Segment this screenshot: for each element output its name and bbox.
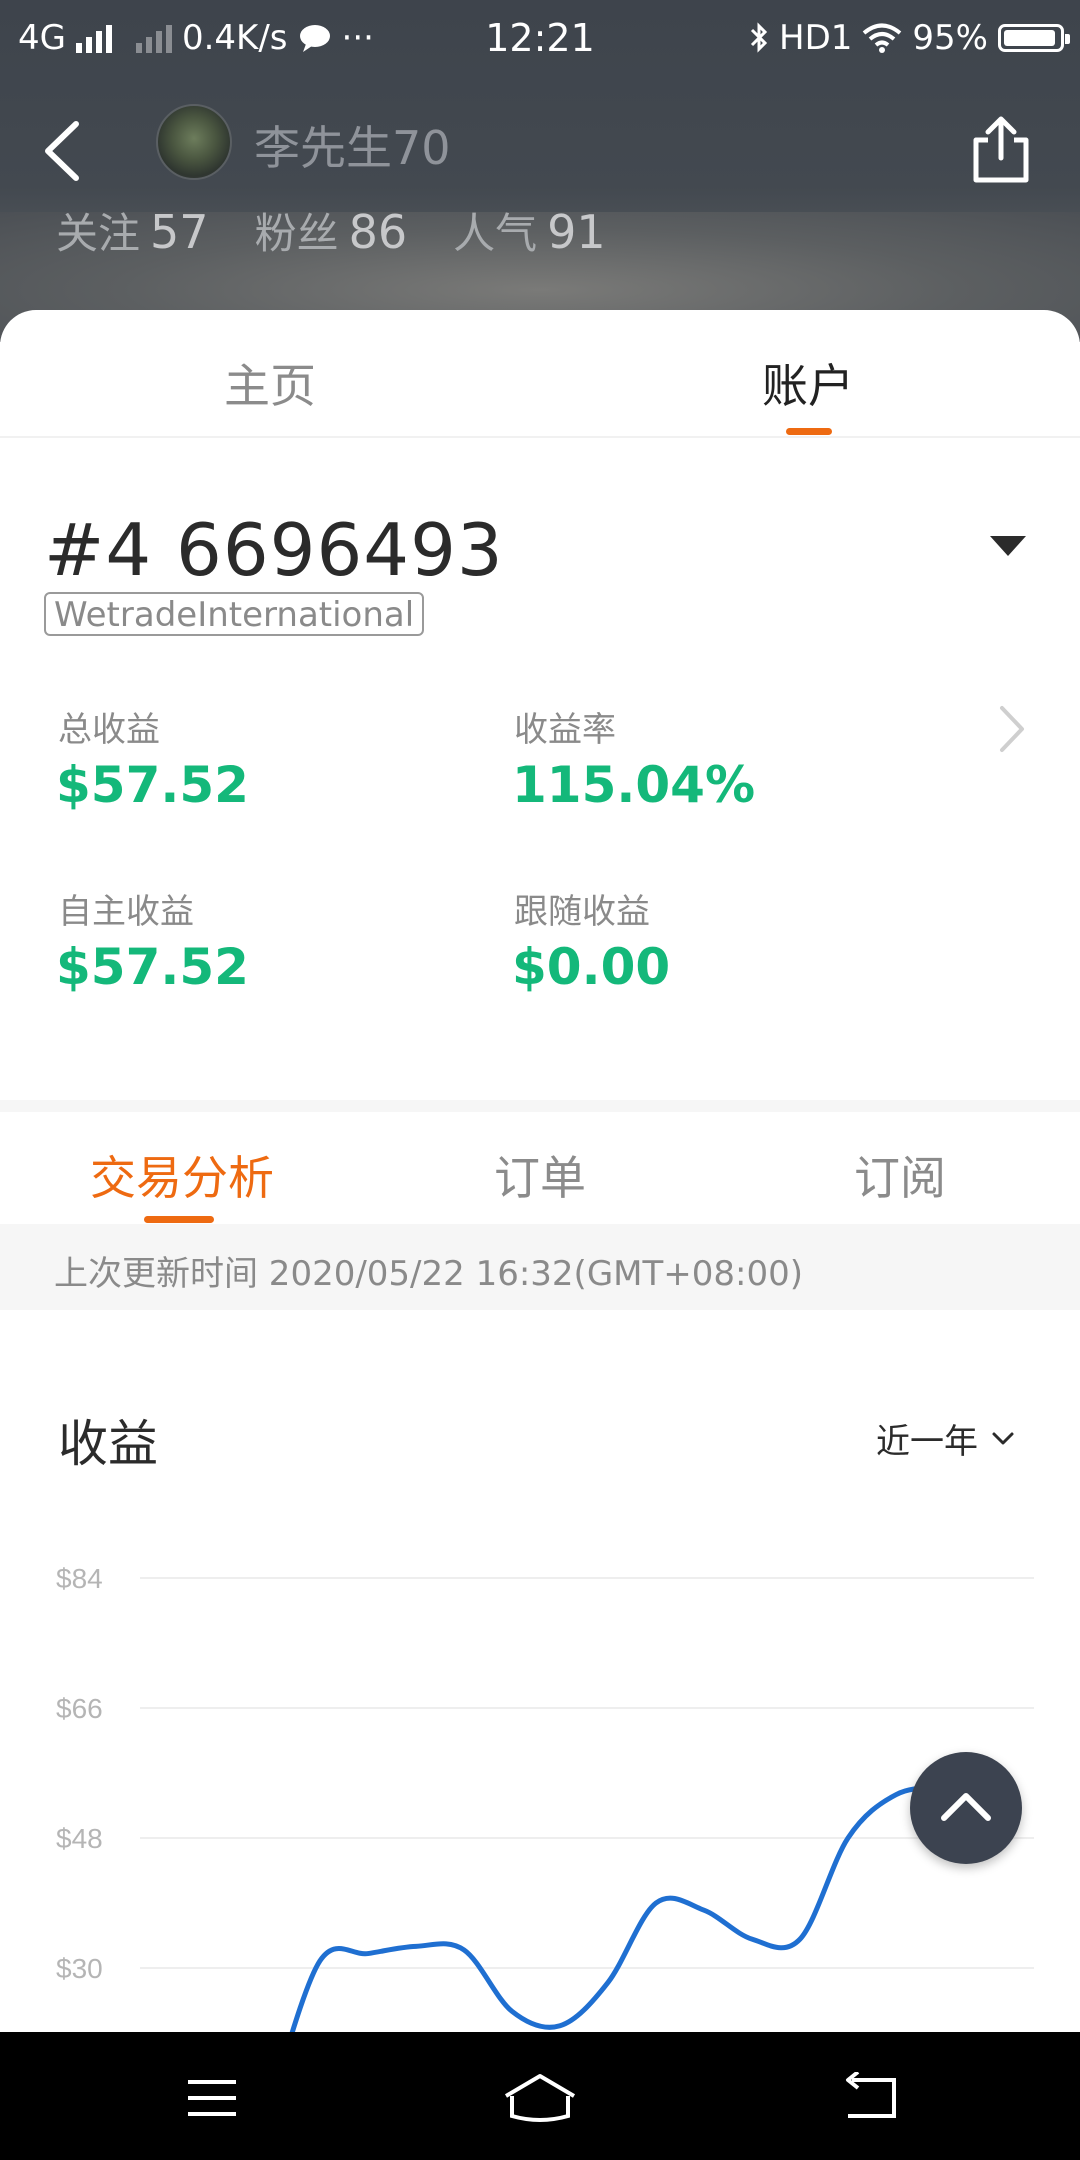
stat-followers[interactable]: 粉丝 86 [255, 200, 408, 261]
tab-orders[interactable]: 订单 [494, 1142, 586, 1208]
divider [0, 436, 1080, 438]
total-profit-value: $57.52 [56, 756, 249, 814]
home-icon[interactable] [502, 2072, 578, 2124]
follow-profit-label: 跟随收益 [514, 892, 650, 932]
menu-icon[interactable] [182, 2072, 242, 2124]
last-updated: 上次更新时间 2020/05/22 16:32(GMT+08:00) [54, 1254, 804, 1294]
tab-trade-analysis[interactable]: 交易分析 [90, 1142, 274, 1208]
follow-profit-value: $0.00 [512, 938, 671, 996]
chart-y-tick-label: $48 [56, 1823, 103, 1854]
stat-popularity: 人气 91 [453, 205, 606, 259]
tab-home[interactable]: 主页 [224, 350, 316, 416]
tab-account-indicator [786, 428, 832, 435]
profit-section-title: 收益 [58, 1415, 158, 1473]
system-navigation-bar [0, 2032, 1080, 2160]
account-number: #4 6696493 [44, 508, 504, 592]
chart-y-tick-label: $84 [56, 1563, 103, 1594]
bluetooth-icon [750, 22, 768, 53]
profile-stats: 关注 57 粉丝 86 人气 91 [56, 200, 606, 261]
top-tabs: 主页 账户 [0, 310, 1080, 440]
return-icon[interactable] [840, 2072, 900, 2124]
return-rate-value: 115.04% [512, 756, 756, 814]
caret-down-icon[interactable] [990, 536, 1026, 556]
username: 李先生70 [254, 121, 451, 175]
range-selector-label: 近一年 [876, 1422, 978, 1462]
status-bar: 4G 0.4K/s ··· 12:21 HD1 95% [0, 0, 1080, 76]
tab-subscriptions[interactable]: 订阅 [854, 1142, 946, 1208]
battery-percent: 95% [912, 18, 988, 58]
hd-indicator: HD1 [779, 18, 853, 58]
chart-y-tick-label: $30 [56, 1953, 103, 1984]
share-icon[interactable] [966, 114, 1036, 186]
scroll-top-button[interactable] [910, 1752, 1022, 1864]
chart-y-tick-label: $66 [56, 1693, 103, 1724]
return-rate-label: 收益率 [514, 710, 616, 750]
chevron-down-icon [992, 1432, 1014, 1444]
analysis-tabs: 交易分析 订单 订阅 [0, 1112, 1080, 1224]
stat-following[interactable]: 关注 57 [56, 200, 209, 261]
tab-trade-analysis-indicator [144, 1216, 214, 1223]
own-profit-value: $57.52 [56, 938, 249, 996]
chevron-right-icon[interactable] [992, 702, 1032, 756]
chevron-up-icon [941, 1793, 991, 1821]
range-selector[interactable]: 近一年 [876, 1414, 1016, 1463]
avatar[interactable] [156, 104, 232, 180]
total-profit-label: 总收益 [58, 710, 160, 750]
wifi-icon [863, 23, 902, 53]
broker-tag: WetradeInternational [44, 592, 425, 636]
profit-series-line [287, 1784, 995, 2040]
tab-account[interactable]: 账户 [762, 350, 854, 416]
battery-icon [998, 24, 1070, 52]
own-profit-label: 自主收益 [58, 892, 194, 932]
back-button[interactable] [36, 116, 96, 186]
